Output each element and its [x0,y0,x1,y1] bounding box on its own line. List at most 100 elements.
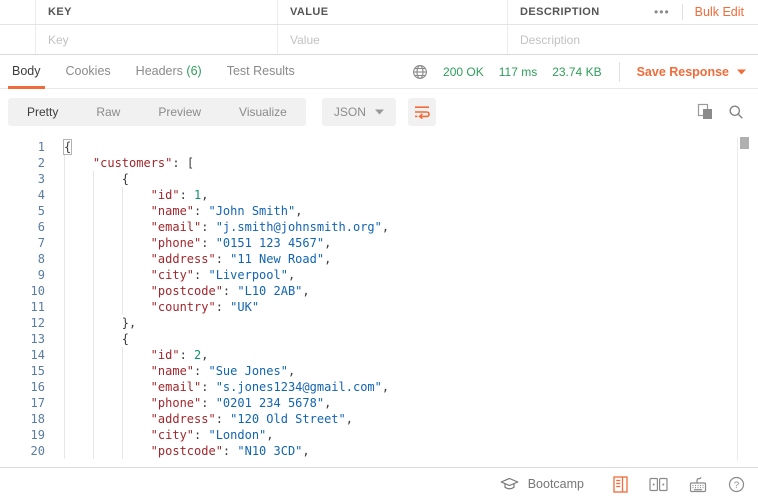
value-input[interactable] [290,33,507,47]
indent-guide [122,187,151,203]
wrap-text-button[interactable] [408,98,436,126]
key-input[interactable] [48,33,277,47]
indent-guide [122,395,151,411]
code-text: { [64,331,129,347]
bulk-edit-button[interactable]: Bulk Edit [695,5,744,19]
console-keyboard-icon [689,476,707,493]
response-time: 117 ms [499,65,537,79]
code-text: "customers": [ [64,155,194,171]
indent-guide [122,299,151,315]
code-text: "phone": "0151 123 4567", [64,235,331,251]
code-line: 1{ [0,139,758,155]
editor-scrollbar-thumb[interactable] [740,137,749,149]
editor-scrollbar [737,137,747,461]
indent-guide [122,283,151,299]
code-line: 14"id": 2, [0,347,758,363]
code-text: "name": "Sue Jones", [64,363,295,379]
indent-guide [64,235,93,251]
mode-visualize[interactable]: Visualize [220,105,306,119]
indent-guide [64,171,93,187]
indent-guide [64,347,93,363]
help-button[interactable]: ? [728,476,745,493]
code-lines: 1{2"customers": [3{4"id": 1,5"name": "Jo… [0,139,758,459]
line-number: 17 [0,395,45,411]
indent-guide [122,347,151,363]
code-text: "phone": "0201 234 5678", [64,395,331,411]
code-text: "address": "11 New Road", [64,251,331,267]
code-line: 15 "name": "Sue Jones", [0,363,758,379]
key-column-header: KEY [48,6,72,18]
copy-response-button[interactable] [697,103,713,120]
status-badge: 200 OK [443,65,484,79]
code-line: 6"email": "j.smith@johnsmith.org", [0,219,758,235]
code-line: 2 "customers": [ [0,155,758,171]
code-text: "postcode": "N10 3CD", [64,443,310,459]
graduation-cap-icon [500,477,519,491]
search-response-button[interactable] [728,104,744,120]
console-button[interactable] [689,476,707,493]
indent-guide [122,251,151,267]
view-mode-group: Pretty Raw Preview Visualize [8,98,306,126]
indent-guide [64,267,93,283]
tab-body[interactable]: Body [8,55,45,89]
code-text: "city": "London", [64,427,274,443]
changelog-button[interactable] [613,476,628,493]
tab-headers[interactable]: Headers (6) [132,55,206,89]
bootcamp-button[interactable]: Bootcamp [500,477,584,491]
more-ellipsis-icon[interactable]: ••• [654,5,670,19]
indent-guide [64,379,93,395]
indent-guide [64,251,93,267]
line-number: 2 [0,155,45,171]
code-line: 19 "city": "London", [0,427,758,443]
tab-cookies[interactable]: Cookies [62,55,115,89]
indent-guide [64,427,93,443]
line-number: 19 [0,427,45,443]
two-pane-icon [649,477,668,492]
line-number: 15 [0,363,45,379]
tab-test-results[interactable]: Test Results [223,55,299,89]
code-line: 17 "phone": "0201 234 5678", [0,395,758,411]
description-column-header: DESCRIPTION [520,6,600,18]
indent-guide [93,203,122,219]
indent-guide [64,155,93,171]
line-number: 1 [0,139,45,155]
indent-guide [93,187,122,203]
indent-guide [122,235,151,251]
indent-guide [64,283,93,299]
params-row-handle [0,25,36,54]
indent-guide [93,427,122,443]
copy-icon [697,103,713,120]
indent-guide [93,379,122,395]
caret-down-icon [737,69,746,75]
svg-text:?: ? [734,480,739,491]
line-number: 4 [0,187,45,203]
code-line: 12}, [0,315,758,331]
wrap-text-icon [414,105,430,119]
globe-icon[interactable] [412,64,428,80]
indent-guide [122,363,151,379]
response-body-editor[interactable]: 1{2"customers": [3{4"id": 1,5"name": "Jo… [0,134,758,467]
code-line: 5"name": "John Smith", [0,203,758,219]
code-text: "address": "120 Old Street", [64,411,353,427]
mode-raw[interactable]: Raw [77,105,139,119]
code-text: "country": "UK" [64,299,259,315]
indent-guide [93,283,122,299]
mode-pretty[interactable]: Pretty [8,105,77,119]
indent-guide [93,219,122,235]
indent-guide [93,235,122,251]
code-line: 13{ [0,331,758,347]
status-footer: Bootcamp ? [0,467,758,500]
indent-guide [93,331,122,347]
indent-guide [93,315,122,331]
mode-preview[interactable]: Preview [139,105,220,119]
indent-guide [122,203,151,219]
indent-guide [64,315,93,331]
two-pane-view-button[interactable] [649,477,668,492]
code-text: }, [64,315,136,331]
save-response-button[interactable]: Save Response [637,65,746,79]
code-text: { [64,171,129,187]
description-input[interactable] [520,33,744,47]
language-select[interactable]: JSON [322,98,396,126]
code-line: 11"country": "UK" [0,299,758,315]
headers-count-badge: (6) [186,64,201,78]
